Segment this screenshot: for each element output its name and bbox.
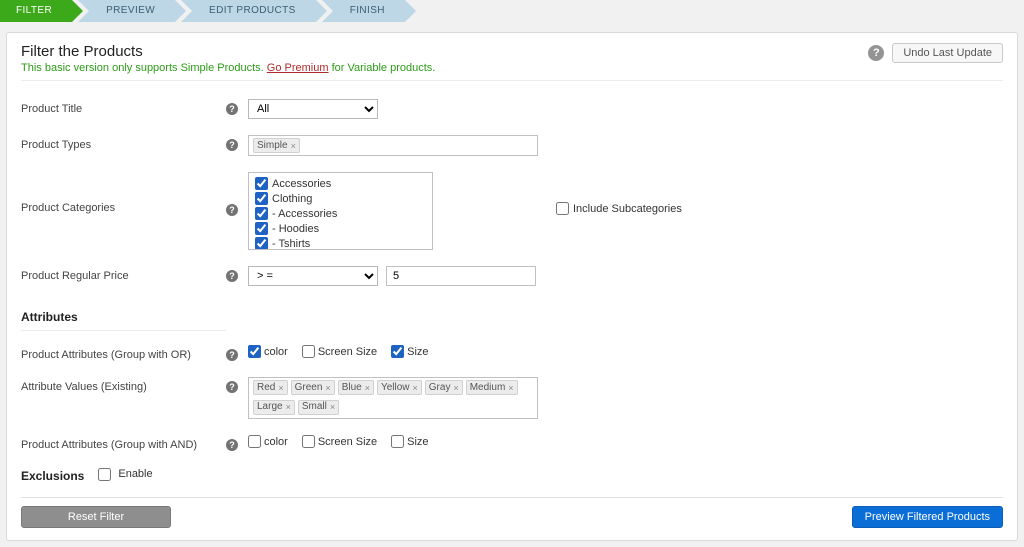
reset-filter-button[interactable]: Reset Filter <box>21 506 171 528</box>
category-item[interactable]: - Hoodies <box>255 221 426 236</box>
category-item[interactable]: Accessories <box>255 176 426 191</box>
label-attrs-and: Product Attributes (Group with AND) <box>21 435 226 451</box>
checkbox[interactable] <box>302 435 315 448</box>
checkbox[interactable] <box>391 435 404 448</box>
remove-tag-icon[interactable]: × <box>453 381 458 395</box>
remove-tag-icon[interactable]: × <box>325 381 330 395</box>
checkbox[interactable] <box>391 345 404 358</box>
help-icon[interactable]: ? <box>226 270 238 282</box>
price-value-input[interactable] <box>386 266 536 286</box>
category-item[interactable]: - Accessories <box>255 206 426 221</box>
category-checkbox[interactable] <box>255 177 268 190</box>
help-icon[interactable]: ? <box>226 139 238 151</box>
tag[interactable]: Yellow× <box>377 380 422 395</box>
category-item[interactable]: - Tshirts <box>255 236 426 250</box>
checkbox[interactable] <box>248 435 261 448</box>
help-icon[interactable]: ? <box>226 381 238 393</box>
attr-values-tagbox[interactable]: Red× Green× Blue× Yellow× Gray× Medium× … <box>248 377 538 419</box>
filter-card: Filter the Products This basic version o… <box>6 32 1018 541</box>
tag[interactable]: Gray× <box>425 380 463 395</box>
help-icon[interactable]: ? <box>226 349 238 361</box>
label-regular-price: Product Regular Price <box>21 266 226 282</box>
label-attr-values: Attribute Values (Existing) <box>21 377 226 393</box>
category-checkbox[interactable] <box>255 207 268 220</box>
preview-filtered-products-button[interactable]: Preview Filtered Products <box>852 506 1003 528</box>
help-icon[interactable]: ? <box>226 439 238 451</box>
page-subtitle: This basic version only supports Simple … <box>21 62 868 74</box>
exclusions-enable-checkbox[interactable] <box>98 468 111 481</box>
include-subcategories-checkbox[interactable] <box>556 202 569 215</box>
step-finish[interactable]: FINISH <box>322 0 405 22</box>
category-checkbox[interactable] <box>255 192 268 205</box>
exclusions-enable[interactable]: Enable <box>94 465 152 484</box>
tag-simple[interactable]: Simple × <box>253 138 300 153</box>
tag[interactable]: Large× <box>253 400 295 415</box>
product-types-tagbox[interactable]: Simple × <box>248 135 538 156</box>
step-edit-products[interactable]: EDIT PRODUCTS <box>181 0 316 22</box>
subtitle-tail: for Variable products. <box>329 62 436 74</box>
product-title-select[interactable]: All <box>248 99 378 119</box>
tag[interactable]: Red× <box>253 380 288 395</box>
attr-or-screen-size[interactable]: Screen Size <box>302 345 377 358</box>
attributes-section-heading: Attributes <box>21 300 226 331</box>
remove-tag-icon[interactable]: × <box>508 381 513 395</box>
checkbox[interactable] <box>248 345 261 358</box>
step-preview[interactable]: PREVIEW <box>78 0 175 22</box>
remove-tag-icon[interactable]: × <box>278 381 283 395</box>
exclusions-section-heading: Exclusions <box>21 459 84 489</box>
tag[interactable]: Blue× <box>338 380 374 395</box>
help-icon[interactable]: ? <box>226 103 238 115</box>
include-subcategories[interactable]: Include Subcategories <box>556 202 682 215</box>
remove-tag-icon[interactable]: × <box>291 139 296 153</box>
label-attrs-or: Product Attributes (Group with OR) <box>21 345 226 361</box>
page-title: Filter the Products <box>21 43 868 60</box>
subtitle-lead: This basic version only supports Simple … <box>21 62 267 74</box>
tag[interactable]: Medium× <box>466 380 518 395</box>
price-operator-select[interactable]: > = <box>248 266 378 286</box>
attr-and-screen-size[interactable]: Screen Size <box>302 435 377 448</box>
label-product-title: Product Title <box>21 99 226 115</box>
remove-tag-icon[interactable]: × <box>413 381 418 395</box>
category-item[interactable]: Clothing <box>255 191 426 206</box>
remove-tag-icon[interactable]: × <box>365 381 370 395</box>
product-categories-list[interactable]: Accessories Clothing - Accessories - Hoo… <box>248 172 433 250</box>
help-icon[interactable]: ? <box>868 45 884 61</box>
attr-or-size[interactable]: Size <box>391 345 428 358</box>
category-checkbox[interactable] <box>255 237 268 250</box>
attr-and-size[interactable]: Size <box>391 435 428 448</box>
tag[interactable]: Green× <box>291 380 335 395</box>
remove-tag-icon[interactable]: × <box>286 400 291 414</box>
go-premium-link[interactable]: Go Premium <box>267 62 329 74</box>
checkbox[interactable] <box>302 345 315 358</box>
remove-tag-icon[interactable]: × <box>330 400 335 414</box>
category-checkbox[interactable] <box>255 222 268 235</box>
undo-last-update-button[interactable]: Undo Last Update <box>892 43 1003 63</box>
tag[interactable]: Small× <box>298 400 339 415</box>
help-icon[interactable]: ? <box>226 204 238 216</box>
attr-or-color[interactable]: color <box>248 345 288 358</box>
wizard-stepper: FILTER PREVIEW EDIT PRODUCTS FINISH <box>0 0 1024 22</box>
label-product-categories: Product Categories <box>21 172 226 214</box>
step-filter[interactable]: FILTER <box>0 0 72 22</box>
label-product-types: Product Types <box>21 135 226 151</box>
attr-and-color[interactable]: color <box>248 435 288 448</box>
